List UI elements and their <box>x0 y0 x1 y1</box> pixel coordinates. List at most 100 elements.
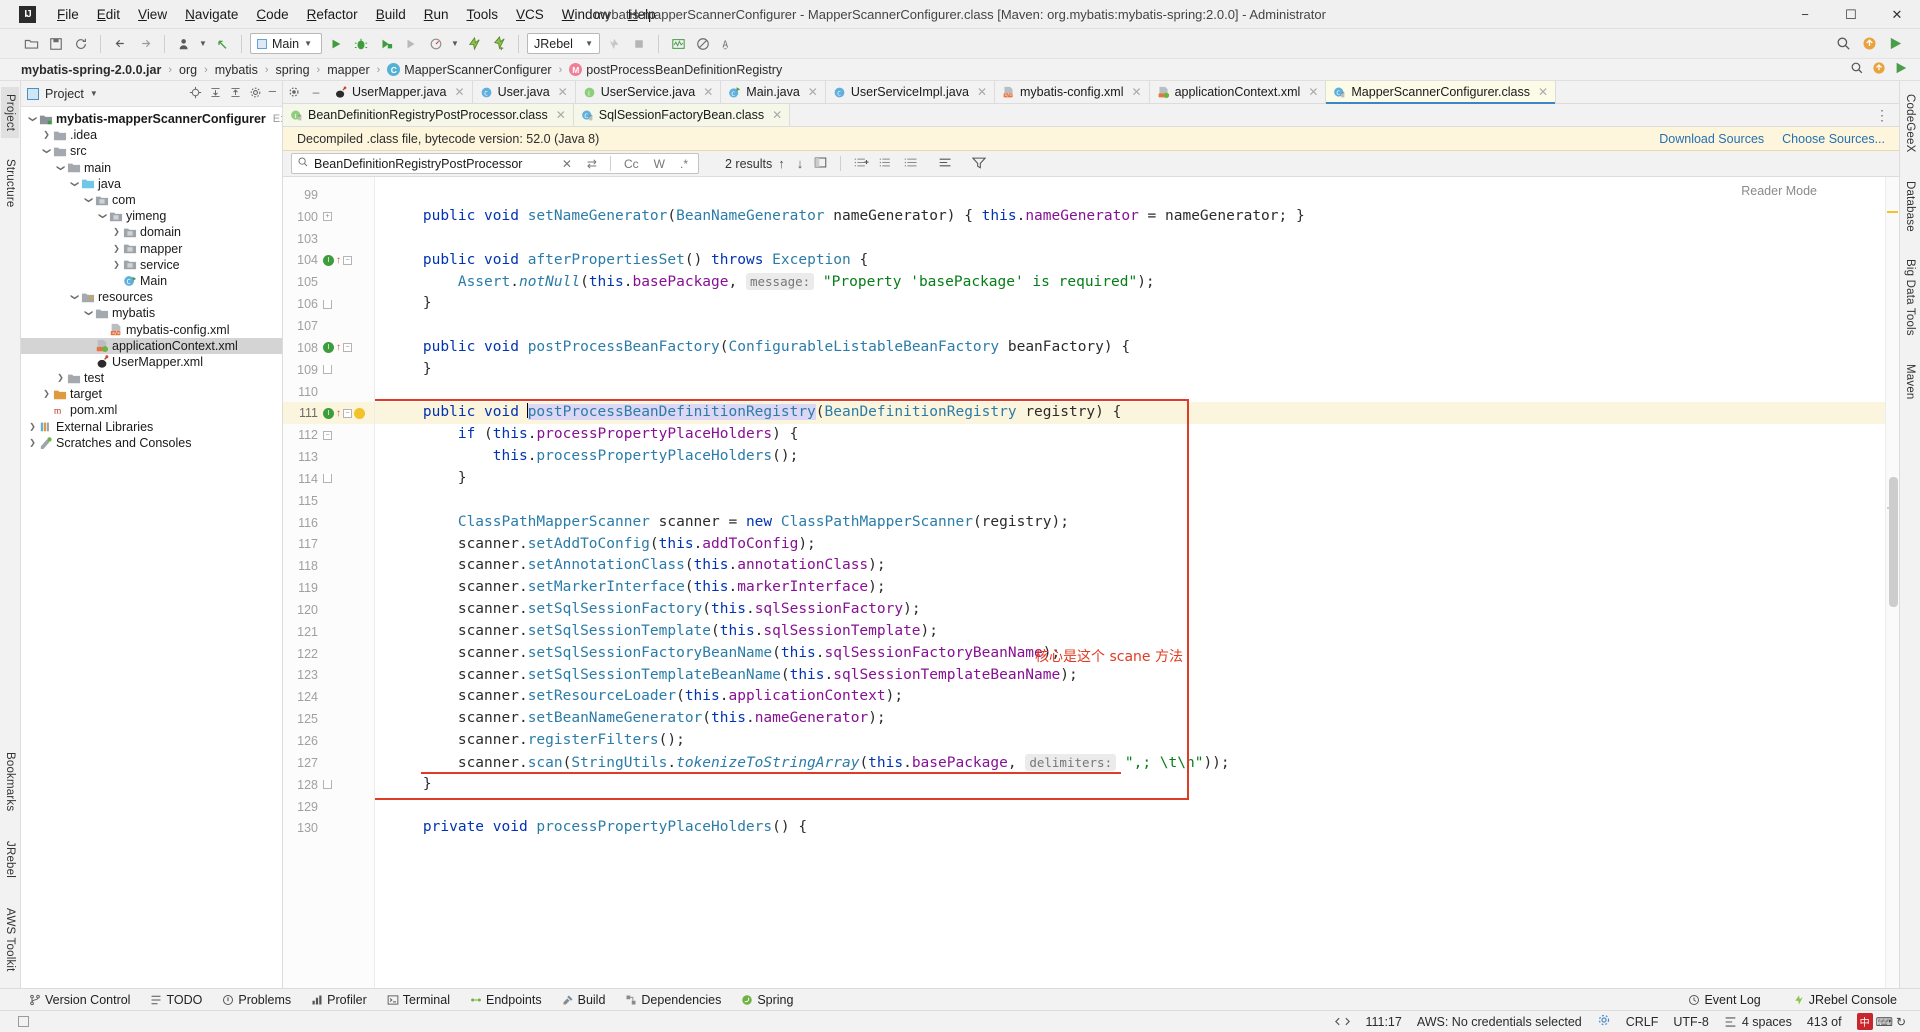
gutter-line-114[interactable]: 114 <box>283 468 374 490</box>
scrollbar-thumb[interactable] <box>1889 477 1898 607</box>
gutter-markers[interactable]: + <box>318 212 370 222</box>
jrebel-debug-icon[interactable] <box>488 33 510 55</box>
breadcrumb-item-5[interactable]: C MapperScannerConfigurer <box>384 63 554 77</box>
gutter-line-122[interactable]: 122 <box>283 643 374 665</box>
clear-search-icon[interactable]: ✕ <box>557 157 577 171</box>
tree-item-pom-xml[interactable]: ❯mpom.xml <box>21 402 282 418</box>
code-line-117[interactable]: scanner.setAddToConfig(this.addToConfig)… <box>375 534 1885 556</box>
breadcrumb-item-2[interactable]: mybatis <box>212 63 261 77</box>
gutter-line-104[interactable]: 104 I ↑ − <box>283 250 374 272</box>
editor-tab-userservice-java[interactable]: I UserService.java ✕ <box>575 81 722 103</box>
gutter-line-106[interactable]: 106 <box>283 293 374 315</box>
close-tab-icon[interactable]: ✕ <box>556 108 566 122</box>
gutter-line-99[interactable]: 99 <box>283 184 374 206</box>
code-line-124[interactable]: scanner.setResourceLoader(this.applicati… <box>375 686 1885 708</box>
whole-words-toggle[interactable]: W <box>649 157 670 171</box>
tool-window-endpoints[interactable]: Endpoints <box>461 991 551 1009</box>
tab-settings-gear-icon[interactable] <box>283 81 305 103</box>
code-line-114[interactable]: } <box>375 468 1885 490</box>
project-tree[interactable]: ❯ mybatis-mapperScannerConfigurer E:\mybat… <box>21 107 282 988</box>
close-tab-icon[interactable]: ✕ <box>772 108 782 122</box>
find-next-icon[interactable]: ↓ <box>791 156 810 171</box>
close-button[interactable]: ✕ <box>1874 0 1920 29</box>
fold-collapse-icon[interactable]: − <box>343 255 352 265</box>
tree-item-com[interactable]: ❯ com <box>21 192 282 208</box>
chevron-right-icon[interactable]: ❯ <box>41 127 52 143</box>
maximize-button[interactable]: ☐ <box>1828 0 1874 29</box>
fold-collapse-icon[interactable]: − <box>343 343 352 353</box>
menu-view[interactable]: View <box>129 3 176 26</box>
code-line-110[interactable] <box>375 381 1885 403</box>
editor-tab-userserviceimpl-java[interactable]: C UserServiceImpl.java ✕ <box>825 81 995 103</box>
chevron-down-icon[interactable]: ▼ <box>90 89 98 98</box>
hide-panel-icon[interactable]: – <box>269 84 276 102</box>
tree-item-external-libraries[interactable]: ❯ External Libraries <box>21 419 282 435</box>
chevron-right-icon[interactable]: ❯ <box>27 435 38 451</box>
gutter-line-110[interactable]: 110 <box>283 381 374 403</box>
gutter-line-113[interactable]: 113 <box>283 446 374 468</box>
tree-item-domain[interactable]: ❯ domain <box>21 224 282 240</box>
gutter-line-116[interactable]: 116 <box>283 512 374 534</box>
plugins-update-icon[interactable] <box>1858 33 1880 55</box>
tree-item-test[interactable]: ❯ test <box>21 370 282 386</box>
gutter-line-128[interactable]: 128 <box>283 774 374 796</box>
tree-item-java[interactable]: ❯ java <box>21 176 282 192</box>
code-line-105[interactable]: Assert.notNull(this.basePackage, message… <box>375 271 1885 293</box>
editor-tab-mybatis-config-xml[interactable]: </> mybatis-config.xml ✕ <box>995 81 1150 103</box>
gutter-line-121[interactable]: 121 <box>283 621 374 643</box>
menu-navigate[interactable]: Navigate <box>176 3 247 26</box>
chevron-down-icon[interactable]: ❯ <box>67 178 83 189</box>
menu-refactor[interactable]: Refactor <box>298 3 367 26</box>
tool-window-problems[interactable]: Problems <box>213 991 300 1009</box>
search-history-icon[interactable]: ⇄ <box>582 157 602 171</box>
caret-position[interactable]: 111:17 <box>1365 1015 1401 1029</box>
attach-process-icon[interactable] <box>425 33 447 55</box>
editor-tab-beandefinitionregistrypostprocessor-class[interactable]: I BeanDefinitionRegistryPostProcessor.cla… <box>283 104 574 126</box>
close-tab-icon[interactable]: ✕ <box>455 85 465 99</box>
code-line-115[interactable] <box>375 490 1885 512</box>
menu-code[interactable]: Code <box>247 3 297 26</box>
gutter-markers[interactable] <box>318 299 370 309</box>
line-separator[interactable]: CRLF <box>1626 1015 1659 1029</box>
chevron-down-icon[interactable]: ▼ <box>198 33 208 55</box>
sidebar-item-aws-toolkit[interactable]: AWS Toolkit <box>1 901 19 979</box>
gutter-line-119[interactable]: 119 <box>283 577 374 599</box>
sidebar-item-maven[interactable]: Maven <box>1901 357 1919 407</box>
intention-bulb-icon[interactable] <box>354 407 365 419</box>
editor-gutter[interactable]: 99 100 +103 104 I ↑ −105 106 107 108 I ↑ −109 110 111 I… <box>283 177 375 988</box>
sidebar-item-big-data-tools[interactable]: Big Data Tools <box>1901 252 1919 343</box>
tree-item-mybatis[interactable]: ❯ mybatis <box>21 305 282 321</box>
tree-item-main[interactable]: ❯ main <box>21 160 282 176</box>
code-line-116[interactable]: ClassPathMapperScanner scanner = new Cla… <box>375 512 1885 534</box>
memory-indicator[interactable]: 413 of <box>1807 1015 1842 1029</box>
locate-icon[interactable] <box>189 86 202 102</box>
breadcrumb-item-4[interactable]: mapper <box>324 63 372 77</box>
gutter-markers[interactable]: − <box>318 430 370 440</box>
gutter-line-120[interactable]: 120 <box>283 599 374 621</box>
inspect-code-icon[interactable]: A̱ <box>717 33 739 55</box>
menu-run[interactable]: Run <box>415 3 458 26</box>
gutter-line-108[interactable]: 108 I ↑ − <box>283 337 374 359</box>
code-line-127[interactable]: scanner.scan(StringUtils.tokenizeToStrin… <box>375 752 1885 774</box>
code-line-121[interactable]: scanner.setSqlSessionTemplate(this.sqlSe… <box>375 621 1885 643</box>
disable-icon[interactable] <box>692 33 714 55</box>
tab-overflow-icon[interactable]: ⋮ <box>1865 104 1899 126</box>
download-sources-link[interactable]: Download Sources <box>1659 132 1764 146</box>
settings-gear-icon[interactable] <box>249 86 262 102</box>
chevron-down-icon[interactable]: ❯ <box>81 195 97 206</box>
tree-item-mapper[interactable]: ❯ mapper <box>21 241 282 257</box>
editor-tab-user-java[interactable]: C User.java ✕ <box>472 81 576 103</box>
chevron-right-icon[interactable]: ❯ <box>111 257 122 273</box>
close-tab-icon[interactable]: ✕ <box>703 85 713 99</box>
breadcrumb-item-6[interactable]: MpostProcessBeanDefinitionRegistry <box>566 63 785 77</box>
choose-sources-link[interactable]: Choose Sources... <box>1782 132 1885 146</box>
open-in-find-window-icon[interactable] <box>809 156 832 172</box>
tool-window-version-control[interactable]: Version Control <box>20 991 139 1009</box>
gear-icon[interactable] <box>1597 1013 1611 1030</box>
filter-icon[interactable] <box>958 156 991 172</box>
gutter-line-112[interactable]: 112− <box>283 424 374 446</box>
code-line-104[interactable]: public void afterPropertiesSet() throws … <box>375 250 1885 272</box>
tool-window-todo[interactable]: TODO <box>141 991 211 1009</box>
forward-icon[interactable] <box>134 33 156 55</box>
profiler-icon[interactable] <box>400 33 422 55</box>
